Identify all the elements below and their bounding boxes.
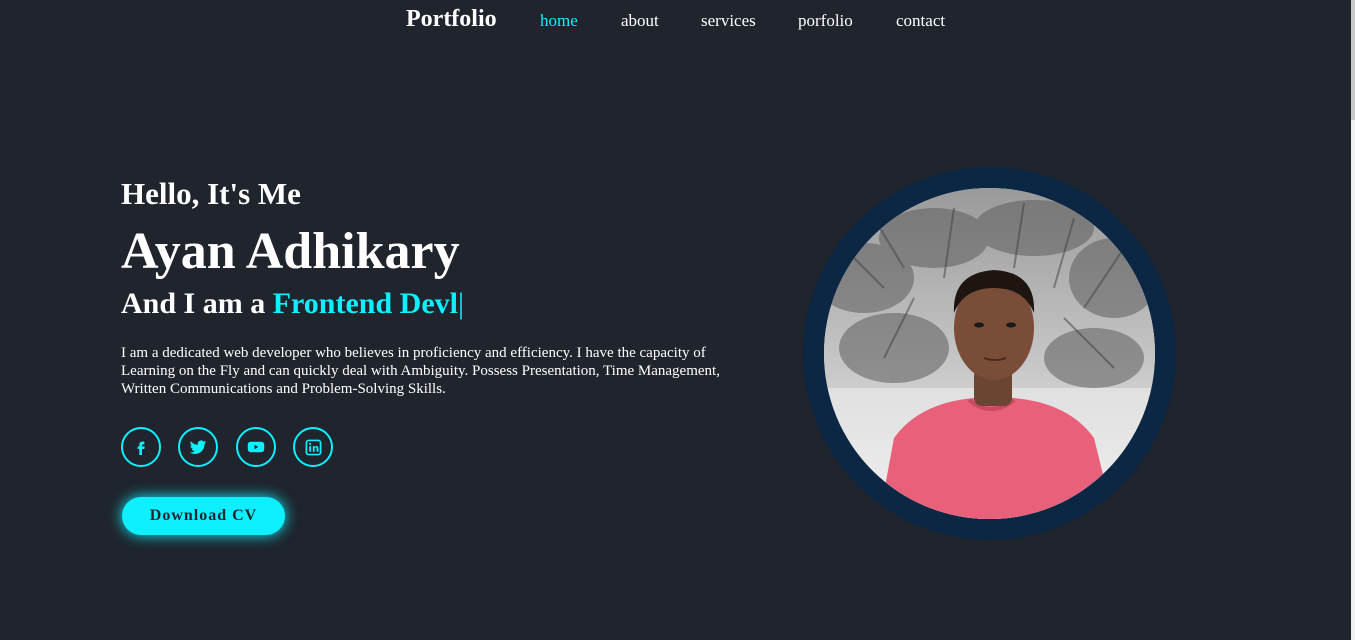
nav-link-portfolio[interactable]: porfolio <box>798 11 853 31</box>
nav-link-contact[interactable]: contact <box>896 11 945 31</box>
profile-photo-illustration <box>824 188 1155 519</box>
name-heading: Ayan Adhikary <box>121 223 460 280</box>
intro-description: I am a dedicated web developer who belie… <box>121 345 720 397</box>
youtube-icon <box>247 438 265 456</box>
scrollbar-thumb[interactable] <box>1351 0 1355 120</box>
role-typed-text: Frontend Devl <box>272 287 458 320</box>
header: Portfolio home about services porfolio c… <box>0 0 1351 42</box>
twitter-icon <box>189 438 207 456</box>
nav-link-about[interactable]: about <box>621 11 659 31</box>
youtube-link[interactable] <box>236 427 276 467</box>
typing-cursor: | <box>457 287 464 320</box>
profile-photo <box>824 188 1155 519</box>
facebook-icon <box>133 439 149 455</box>
logo[interactable]: Portfolio <box>406 6 497 33</box>
role-prefix: And I am a <box>121 287 273 320</box>
facebook-link[interactable] <box>121 427 161 467</box>
linkedin-link[interactable] <box>293 427 333 467</box>
download-cv-button[interactable]: Download CV <box>122 497 285 535</box>
nav-link-home[interactable]: home <box>540 11 578 31</box>
twitter-link[interactable] <box>178 427 218 467</box>
page: Portfolio home about services porfolio c… <box>0 0 1355 640</box>
role-heading: And I am a Frontend Devl| <box>121 287 464 321</box>
linkedin-icon <box>305 439 322 456</box>
greeting-heading: Hello, It's Me <box>121 176 301 211</box>
nav-link-services[interactable]: services <box>701 11 756 31</box>
